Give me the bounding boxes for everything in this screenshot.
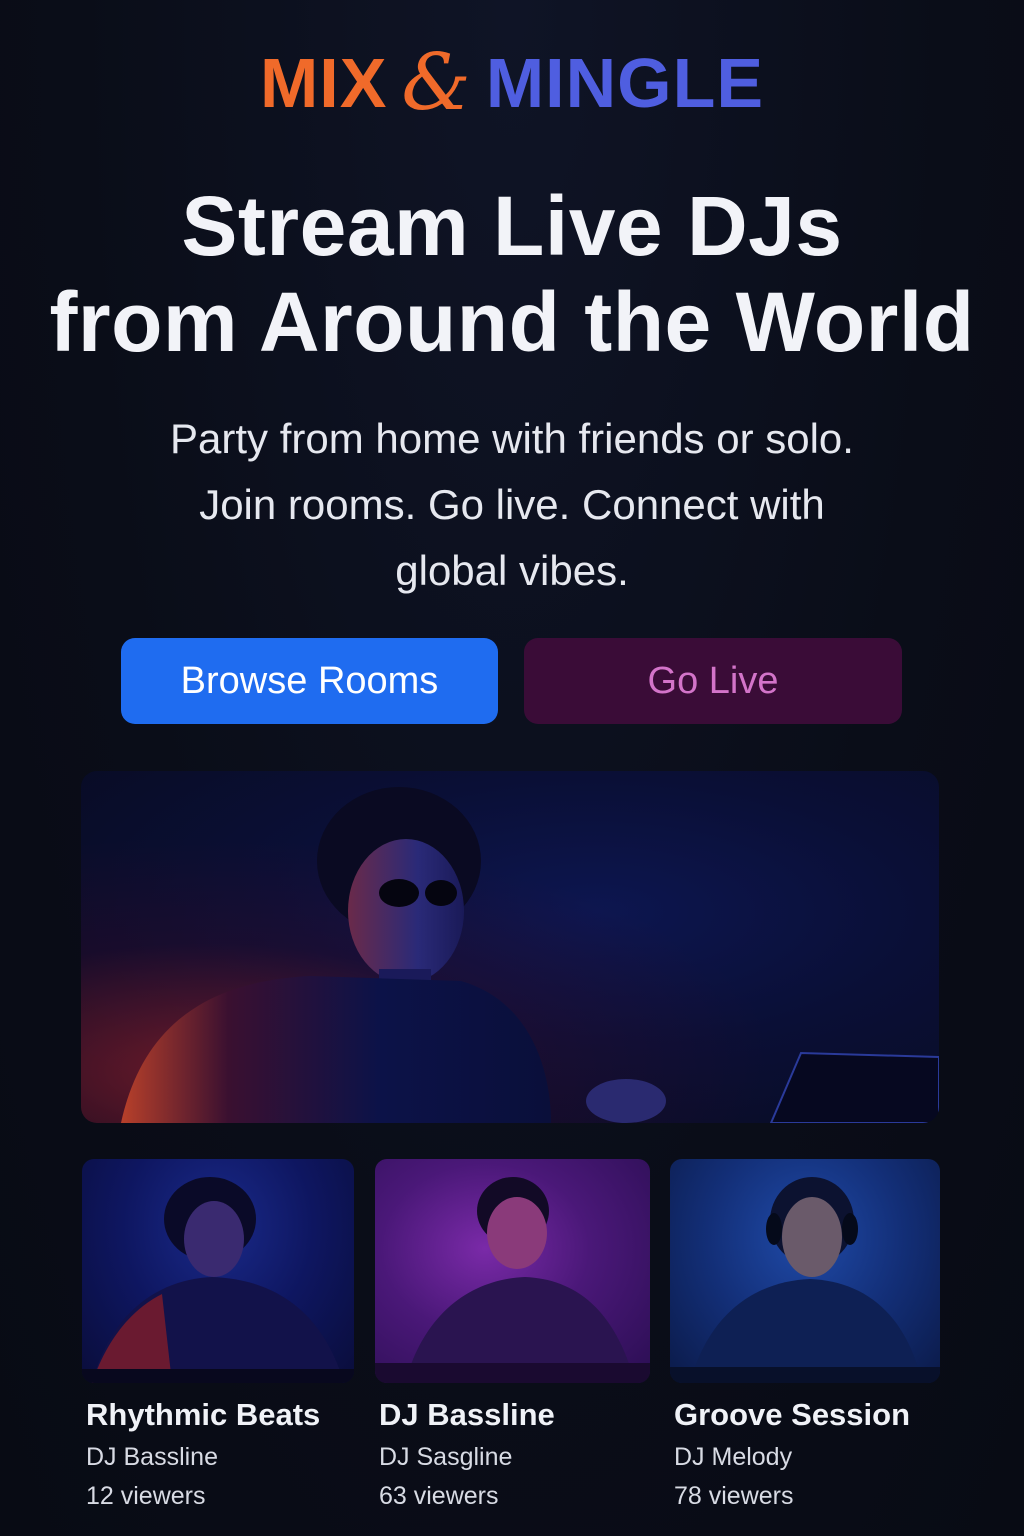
- room-card[interactable]: DJ Bassline DJ Sasgline 63 viewers: [375, 1159, 650, 1511]
- go-live-button[interactable]: Go Live: [524, 638, 902, 724]
- dj-thumbnail-illustration: [375, 1177, 650, 1383]
- room-title: Rhythmic Beats: [86, 1397, 321, 1432]
- logo-connector: &: [401, 38, 472, 128]
- browse-rooms-button[interactable]: Browse Rooms: [121, 638, 498, 724]
- room-viewer-count: 78 viewers: [674, 1482, 794, 1510]
- landing-page: MIX & MINGLE Stream Live DJs from Around…: [0, 0, 1024, 1536]
- logo-mix: MIX: [259, 44, 388, 122]
- featured-dj-image[interactable]: [81, 771, 939, 1123]
- room-thumbnail[interactable]: [670, 1159, 940, 1383]
- room-dj-name: DJ Sasgline: [379, 1443, 513, 1471]
- featured-dj-illustration: [121, 787, 939, 1123]
- room-card[interactable]: Rhythmic Beats DJ Bassline 12 viewers: [82, 1159, 354, 1511]
- room-dj-name: DJ Bassline: [86, 1443, 218, 1471]
- headline-line-1: Stream Live DJs: [181, 179, 843, 273]
- logo-mingle: MINGLE: [485, 44, 765, 122]
- room-viewer-count: 63 viewers: [379, 1482, 499, 1510]
- page-subtitle: Party from home with friends or solo. Jo…: [0, 406, 1024, 604]
- room-title: DJ Bassline: [379, 1397, 555, 1432]
- headline-line-2: from Around the World: [49, 275, 975, 369]
- room-thumbnail[interactable]: [375, 1159, 650, 1383]
- room-thumbnail[interactable]: [82, 1159, 354, 1383]
- subtitle-line-3: global vibes.: [395, 547, 629, 594]
- room-viewer-count: 12 viewers: [86, 1482, 206, 1510]
- dj-thumbnail-illustration: [670, 1177, 940, 1383]
- subtitle-line-2: Join rooms. Go live. Connect with: [199, 481, 825, 528]
- room-dj-name: DJ Melody: [674, 1443, 793, 1471]
- page-headline: Stream Live DJs from Around the World: [0, 178, 1024, 370]
- brand-logo[interactable]: MIX & MINGLE: [0, 38, 1024, 128]
- dj-thumbnail-illustration: [82, 1177, 354, 1383]
- room-card[interactable]: Groove Session DJ Melody 78 viewers: [670, 1159, 940, 1511]
- subtitle-line-1: Party from home with friends or solo.: [170, 415, 854, 462]
- room-title: Groove Session: [674, 1397, 911, 1432]
